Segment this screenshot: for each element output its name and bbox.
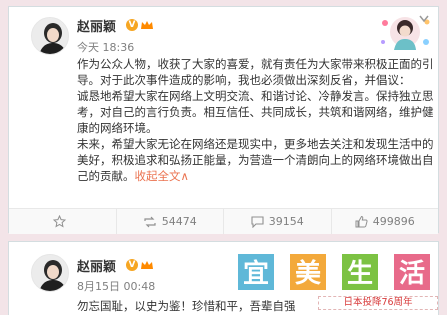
post-username[interactable]: 赵丽颖	[77, 256, 116, 275]
post-paragraph: 作为公众人物，收获了大家的喜爱，就有责任为大家带来积极正面的引导。对于此次事件造…	[77, 57, 434, 87]
watermark-character: 美	[288, 252, 328, 292]
watermark-character: 宜	[236, 252, 276, 292]
comment-count: 39154	[268, 215, 304, 228]
repost-icon	[144, 216, 156, 227]
repost-button[interactable]: 54474	[117, 209, 224, 234]
repost-count: 54474	[161, 215, 197, 228]
user-avatar-image	[32, 255, 68, 291]
like-button[interactable]: 499896	[332, 209, 439, 234]
post-timestamp[interactable]: 今天 18:36	[77, 39, 134, 55]
post-paragraph: 诚恳地希望大家在网络上文明交流、和谐讨论、冷静发言。保持独立思考，对自己的言行负…	[77, 89, 434, 135]
thumbs-up-icon	[355, 215, 368, 228]
verified-badge-icon: V	[126, 19, 138, 31]
comment-button[interactable]: 39154	[224, 209, 332, 234]
avatar[interactable]	[31, 254, 69, 292]
post-timestamp[interactable]: 8月15日 00:48	[77, 278, 155, 294]
chevron-down-icon[interactable]	[419, 15, 429, 23]
site-watermark: 宜 美 生 活 日本投降76周年	[212, 248, 447, 315]
collapse-full-text-link[interactable]: 收起全文∧	[135, 169, 189, 183]
collapse-label: 收起全文	[134, 169, 181, 183]
watermark-subtitle: 日本投降76周年	[318, 296, 438, 310]
post-username[interactable]: 赵丽颖	[77, 16, 116, 35]
like-count: 499896	[372, 215, 415, 228]
star-icon	[53, 215, 67, 228]
avatar[interactable]	[31, 17, 69, 55]
post-action-bar: 54474 39154 499896	[9, 208, 438, 234]
weibo-post-card: 赵丽颖 V 今天 18:36 作为公众人物，收获了大家的喜爱，就有责任为大家带来…	[8, 6, 439, 234]
vip-crown-icon[interactable]	[140, 260, 154, 270]
user-avatar-image	[32, 18, 68, 54]
collapse-chevron-icon: ∧	[180, 169, 189, 183]
favorite-button[interactable]	[9, 209, 117, 234]
feed-background: 赵丽颖 V 今天 18:36 作为公众人物，收获了大家的喜爱，就有责任为大家带来…	[0, 0, 447, 315]
post-paragraph: 未来，希望大家无论在网络还是现实中，更多地去关注和发现生活中的美好，积极追求和弘…	[77, 136, 435, 184]
watermark-character: 活	[392, 252, 432, 292]
vip-crown-icon[interactable]	[140, 20, 154, 30]
post-text: 作为公众人物，收获了大家的喜爱，就有责任为大家带来积极正面的引导。对于此次事件造…	[77, 56, 435, 184]
comment-icon	[251, 215, 264, 228]
post-paragraph-text: 未来，希望大家无论在网络还是现实中，更多地去关注和发现生活中的美好，积极追求和弘…	[77, 137, 434, 183]
watermark-character: 生	[340, 252, 380, 292]
verified-badge-icon: V	[126, 259, 138, 271]
